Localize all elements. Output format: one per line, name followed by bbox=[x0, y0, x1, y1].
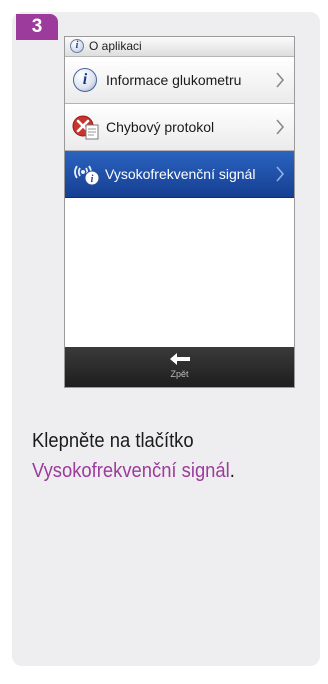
error-log-icon bbox=[72, 115, 99, 140]
instruction-highlight: Vysokofrekvenční signál bbox=[32, 460, 230, 482]
chevron-right-icon bbox=[276, 166, 285, 182]
device-screen: i O aplikaci i Informace glukometru Chyb… bbox=[64, 36, 295, 388]
chevron-right-icon bbox=[276, 72, 285, 88]
info-icon: i bbox=[73, 68, 97, 92]
instruction-prefix: Klepněte na tlačítko bbox=[32, 430, 194, 452]
chevron-right-icon bbox=[276, 119, 285, 135]
instruction-suffix: . bbox=[229, 460, 235, 482]
menu-item-error-log[interactable]: Chybový protokol bbox=[65, 104, 294, 151]
back-button[interactable]: Zpět bbox=[65, 347, 294, 387]
step-number-badge: 3 bbox=[16, 14, 58, 40]
menu-item-meter-info[interactable]: i Informace glukometru bbox=[65, 57, 294, 104]
back-label: Zpět bbox=[170, 369, 189, 379]
instruction-text: Klepněte na tlačítko Vysokofrekvenční si… bbox=[32, 426, 280, 486]
menu-item-high-frequency-signal[interactable]: i Vysokofrekvenční signál bbox=[65, 151, 294, 198]
menu-item-label: Chybový protokol bbox=[106, 119, 215, 135]
empty-list-area bbox=[65, 198, 294, 347]
signal-info-icon: i bbox=[74, 165, 100, 186]
back-arrow-icon bbox=[170, 353, 190, 365]
screen-title: O aplikaci bbox=[89, 39, 142, 53]
menu-item-label: Informace glukometru bbox=[106, 72, 242, 88]
menu-item-label: Vysokofrekvenční signál bbox=[105, 166, 256, 182]
screen-title-bar: i O aplikaci bbox=[65, 37, 294, 57]
svg-text:i: i bbox=[91, 174, 94, 185]
info-icon: i bbox=[70, 39, 84, 53]
